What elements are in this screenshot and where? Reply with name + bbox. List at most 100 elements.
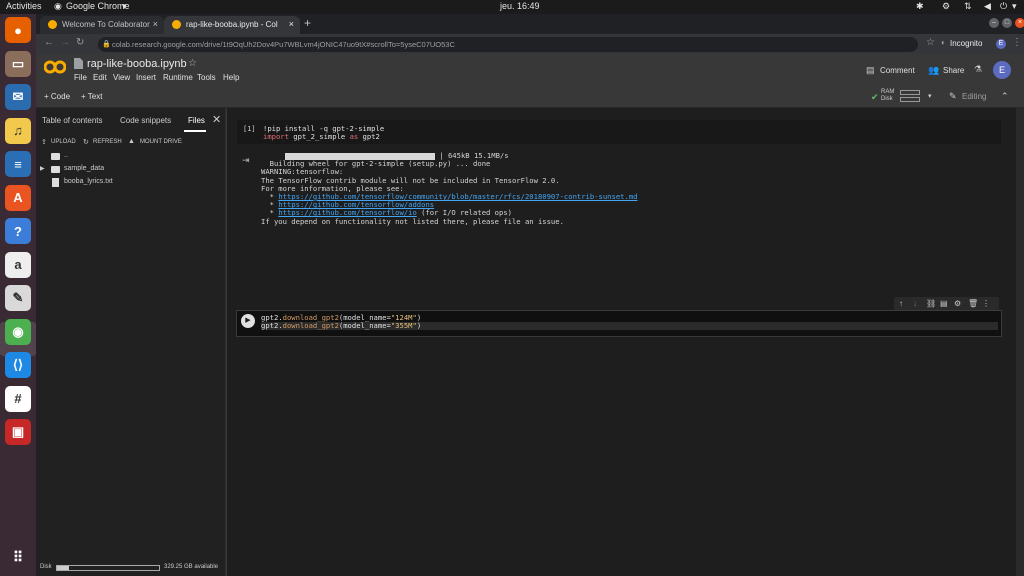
vscode-icon[interactable]: ⟨⟩ — [5, 352, 31, 378]
comment-button[interactable]: Comment — [880, 66, 915, 75]
menu-view[interactable]: View — [113, 73, 130, 82]
tab-files[interactable]: Files — [188, 116, 205, 125]
menu-help[interactable]: Help — [223, 73, 239, 82]
incognito-label: Incognito — [950, 39, 983, 48]
menu-file[interactable]: File — [74, 73, 87, 82]
alias: gpt2 — [362, 132, 380, 142]
tab-code-snippets[interactable]: Code snippets — [120, 116, 171, 125]
maximize-icon[interactable]: □ — [1002, 18, 1012, 28]
share-button[interactable]: Share — [943, 66, 964, 75]
libreoffice-writer-icon[interactable]: ≡ — [5, 151, 31, 177]
folder-icon — [51, 166, 60, 173]
new-tab-button[interactable]: + — [304, 16, 311, 30]
cell-2-source[interactable]: gpt2.download_gpt2(model_name="124M") gp… — [261, 313, 998, 331]
delete-cell-icon[interactable]: 🗑 — [968, 299, 978, 308]
thunderbird-icon[interactable]: ✉ — [5, 84, 31, 110]
colab-logo-icon[interactable] — [44, 60, 66, 74]
user-avatar[interactable]: E — [993, 61, 1011, 79]
slack-icon[interactable]: # — [5, 385, 31, 412]
tab-notebook[interactable]: rap-like-booba.ipynb - Col × — [164, 16, 300, 34]
minimize-icon[interactable]: – — [989, 18, 999, 28]
chrome-menu-icon[interactable]: ⋮ — [1012, 37, 1022, 48]
add-text-button[interactable]: + Text — [81, 92, 102, 101]
tab-close-icon[interactable]: × — [153, 19, 158, 29]
status-icon-1[interactable]: ✱ — [916, 1, 924, 12]
folder-icon — [51, 153, 60, 160]
software-center-icon[interactable]: A — [5, 184, 31, 211]
firefox-icon[interactable]: ● — [5, 17, 31, 43]
chrome-icon[interactable]: ◉ — [5, 318, 31, 345]
back-icon[interactable]: ← — [44, 37, 54, 48]
expand-arrow-icon[interactable]: ▶ — [40, 165, 45, 172]
drive-icon[interactable]: ▲ — [128, 138, 135, 145]
editing-mode[interactable]: Editing — [962, 92, 986, 101]
move-up-icon[interactable]: ↑ — [899, 299, 903, 308]
clear-output-icon[interactable]: ⇥ — [242, 155, 250, 166]
volume-icon[interactable]: ◀ — [984, 1, 991, 12]
network-icon[interactable]: ⇅ — [964, 1, 972, 12]
tab-table-of-contents[interactable]: Table of contents — [42, 116, 102, 125]
reload-icon[interactable]: ↻ — [76, 37, 84, 48]
code-cell-1[interactable]: [1] !pip install -q gpt-2-simple import … — [237, 120, 1001, 144]
bookmark-star-icon[interactable]: ☆ — [926, 37, 935, 48]
move-down-icon[interactable]: ↓ — [913, 299, 917, 308]
menu-tools[interactable]: Tools — [197, 73, 216, 82]
files-sidebar: Table of contents Code snippets Files ✕ … — [36, 108, 226, 576]
tab-close-icon[interactable]: × — [289, 19, 294, 29]
upload-button[interactable]: UPLOAD — [51, 139, 76, 145]
collapse-header-icon[interactable]: ⌃ — [1001, 91, 1009, 102]
settings-flask-icon[interactable]: ⚗ — [974, 64, 982, 75]
app-menu-chevron-icon[interactable]: ▾ — [122, 1, 127, 12]
notebook-title[interactable]: rap-like-booba.ipynb — [87, 58, 187, 70]
menu-runtime[interactable]: Runtime — [163, 73, 193, 82]
status-icon-2[interactable]: ⚙ — [942, 1, 950, 12]
code-token: download_gpt2 — [282, 321, 339, 331]
tab-welcome[interactable]: Welcome To Colaborator × — [40, 16, 164, 34]
file-row[interactable]: booba_lyrics.txt — [40, 178, 220, 190]
comment-icon[interactable]: ▤ — [866, 65, 875, 76]
forward-icon[interactable]: → — [60, 37, 70, 48]
module: gpt_2_simple — [293, 132, 346, 142]
file-name: .. — [64, 152, 68, 159]
star-icon[interactable]: ☆ — [188, 58, 197, 69]
power-icon[interactable]: ⏻ — [1000, 1, 1007, 12]
menu-insert[interactable]: Insert — [136, 73, 156, 82]
url-text: colab.research.google.com/drive/1t9OqUh2… — [112, 40, 455, 49]
show-applications-icon[interactable]: ⠿ — [5, 544, 31, 570]
screenshot-icon[interactable]: ▣ — [5, 419, 31, 445]
share-icon[interactable]: 👥 — [928, 65, 939, 76]
close-window-icon[interactable]: × — [1015, 18, 1024, 28]
code-cell-2[interactable]: ▶ gpt2.download_gpt2(model_name="124M") … — [237, 311, 1001, 336]
comment-cell-icon[interactable]: ▤ — [940, 299, 948, 308]
close-sidebar-icon[interactable]: ✕ — [212, 113, 221, 126]
resources-dropdown-icon[interactable]: ▾ — [928, 92, 932, 100]
colab-app: rap-like-booba.ipynb ☆ File Edit View In… — [36, 54, 1024, 576]
app-menu[interactable]: Google Chrome — [66, 1, 130, 11]
profile-avatar[interactable]: E — [996, 39, 1006, 49]
link-icon[interactable]: ⛓ — [926, 299, 936, 308]
menu-edit[interactable]: Edit — [93, 73, 107, 82]
refresh-icon[interactable]: ↻ — [83, 138, 89, 146]
url-field[interactable]: 🔒 colab.research.google.com/drive/1t9OqU… — [98, 37, 918, 52]
rhythmbox-icon[interactable]: ♫ — [5, 117, 31, 144]
files-icon[interactable]: ▭ — [5, 50, 31, 77]
text-editor-icon[interactable]: ✎ — [5, 285, 31, 311]
mount-drive-button[interactable]: MOUNT DRIVE — [140, 139, 182, 145]
help-icon[interactable]: ? — [5, 218, 31, 244]
notebook-scrollbar[interactable] — [1016, 108, 1024, 576]
cell-1-source[interactable]: !pip install -q gpt-2-simple import gpt_… — [263, 124, 384, 142]
refresh-button[interactable]: REFRESH — [93, 139, 122, 145]
keyword: as — [349, 132, 359, 142]
cell-settings-icon[interactable]: ⚙ — [954, 299, 961, 308]
run-cell-play-icon[interactable]: ▶ — [241, 314, 255, 328]
file-row[interactable]: ▶ sample_data — [40, 165, 220, 177]
cell-more-icon[interactable]: ⋮ — [982, 299, 990, 308]
clock[interactable]: jeu. 16:49 — [500, 1, 540, 11]
system-menu-chevron-icon[interactable]: ▾ — [1012, 1, 1017, 12]
file-row[interactable]: .. — [40, 152, 220, 164]
upload-icon[interactable]: ⇪ — [41, 138, 47, 146]
add-code-button[interactable]: + Code — [44, 92, 70, 101]
amazon-icon[interactable]: a — [5, 251, 31, 278]
active-tab-underline — [184, 130, 206, 132]
activities-button[interactable]: Activities — [6, 1, 42, 11]
